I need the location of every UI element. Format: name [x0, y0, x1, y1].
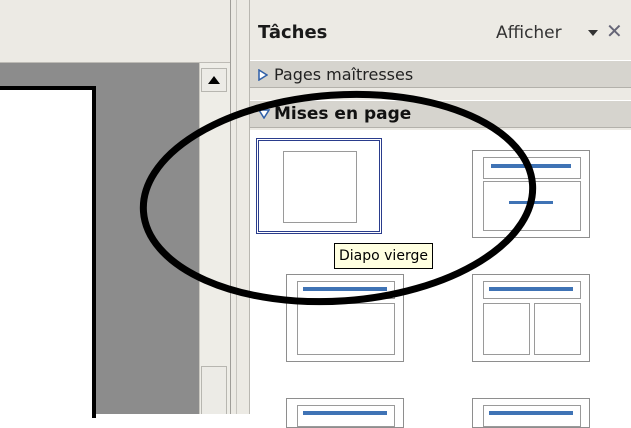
- layout-title-content[interactable]: [472, 150, 590, 238]
- layout-placeholder: [534, 303, 581, 355]
- close-icon[interactable]: ✕: [606, 18, 623, 44]
- layout-gallery: [250, 130, 631, 428]
- dropdown-caret-icon[interactable]: [588, 30, 598, 36]
- layout-title-bar: [303, 287, 387, 291]
- layout-placeholder: [297, 303, 395, 355]
- layout-title-two-content[interactable]: [472, 274, 590, 362]
- workspace-header: [0, 0, 230, 63]
- slide-workspace: [0, 0, 230, 418]
- layout-placeholder: [483, 303, 530, 355]
- layout-thumbnail-partial[interactable]: [286, 398, 404, 428]
- triangle-right-icon: [258, 69, 268, 81]
- layout-placeholder: [483, 181, 581, 231]
- layout-placeholder: [483, 405, 581, 427]
- vertical-scrollbar[interactable]: [199, 63, 231, 414]
- pane-splitter[interactable]: [230, 0, 250, 414]
- layout-title-bar: [489, 287, 573, 291]
- section-master-pages[interactable]: Pages maîtresses: [250, 60, 631, 88]
- layout-placeholder: [483, 157, 581, 179]
- layout-title-bar: [491, 164, 571, 168]
- layout-title-single-content[interactable]: [286, 274, 404, 362]
- view-menu-button[interactable]: Afficher: [496, 23, 562, 43]
- layout-placeholder: [297, 405, 395, 427]
- triangle-down-icon: [258, 109, 270, 119]
- task-pane: Tâches Afficher ✕ Pages maîtresses Mises…: [250, 0, 631, 428]
- layout-subtitle-bar: [509, 201, 553, 204]
- scrollbar-thumb[interactable]: [201, 366, 227, 414]
- layout-title-bar: [303, 411, 387, 415]
- layout-title-bar: [489, 411, 573, 415]
- layout-thumbnail-partial[interactable]: [472, 398, 590, 428]
- layout-blank-slide[interactable]: [256, 138, 382, 234]
- layout-placeholder: [283, 151, 357, 223]
- scroll-up-arrow-icon: [208, 76, 220, 84]
- scroll-up-button[interactable]: [201, 68, 227, 92]
- tooltip: Diapo vierge: [334, 243, 433, 269]
- task-pane-title: Tâches: [258, 22, 328, 43]
- section-master-pages-label: Pages maîtresses: [274, 65, 414, 84]
- slide-canvas[interactable]: [0, 86, 96, 418]
- section-layouts[interactable]: Mises en page: [250, 100, 631, 128]
- section-layouts-label: Mises en page: [274, 104, 412, 124]
